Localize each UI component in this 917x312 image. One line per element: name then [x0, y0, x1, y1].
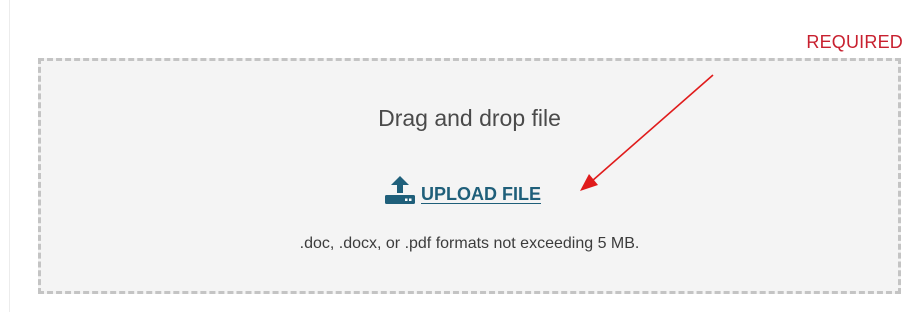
upload-file-label[interactable]: UPLOAD FILE: [421, 184, 541, 204]
required-label: REQUIRED: [806, 32, 903, 52]
upload-file-button[interactable]: UPLOAD FILE: [383, 176, 541, 204]
file-format-hint: .doc, .docx, or .pdf formats not exceedi…: [299, 235, 640, 252]
page: REQUIRED Drag and drop file UPLOAD FILE …: [0, 0, 917, 312]
upload-icon: [383, 176, 417, 204]
dropzone-title: Drag and drop file: [378, 105, 561, 131]
left-divider: [9, 0, 10, 312]
file-dropzone[interactable]: Drag and drop file UPLOAD FILE .doc, .do…: [38, 58, 901, 294]
